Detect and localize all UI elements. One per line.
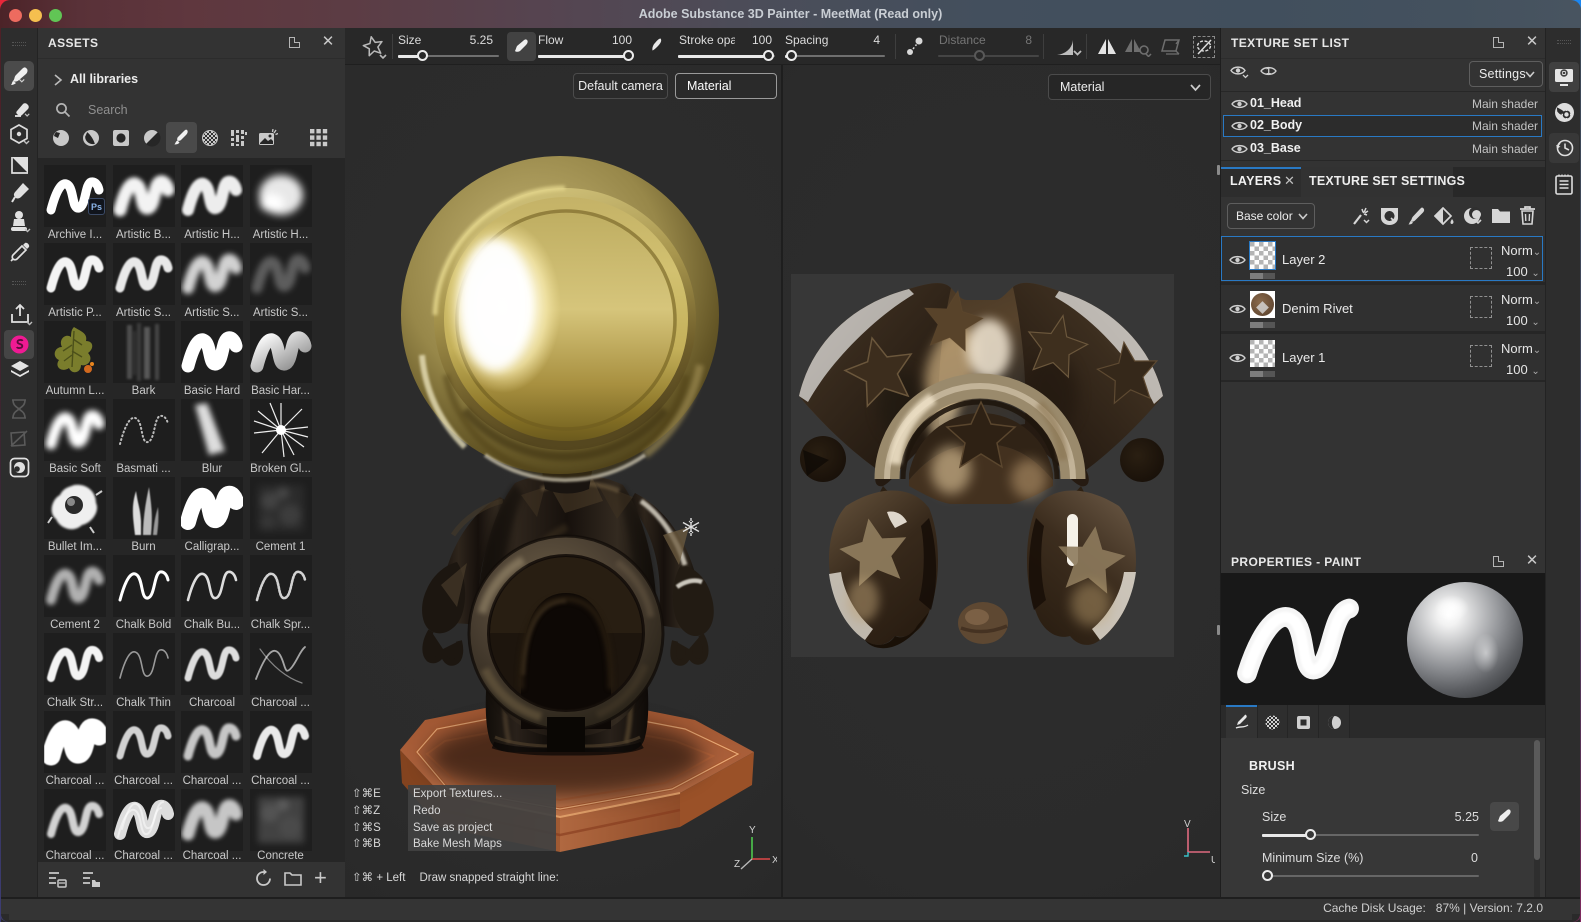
svg-text:V: V — [1184, 820, 1191, 830]
svg-text:Z: Z — [734, 859, 740, 870]
svg-text:1: 1 — [1266, 66, 1271, 76]
svg-text:Y: Y — [749, 825, 756, 836]
svg-text:U: U — [1211, 855, 1215, 866]
svg-text:X: X — [772, 855, 777, 866]
